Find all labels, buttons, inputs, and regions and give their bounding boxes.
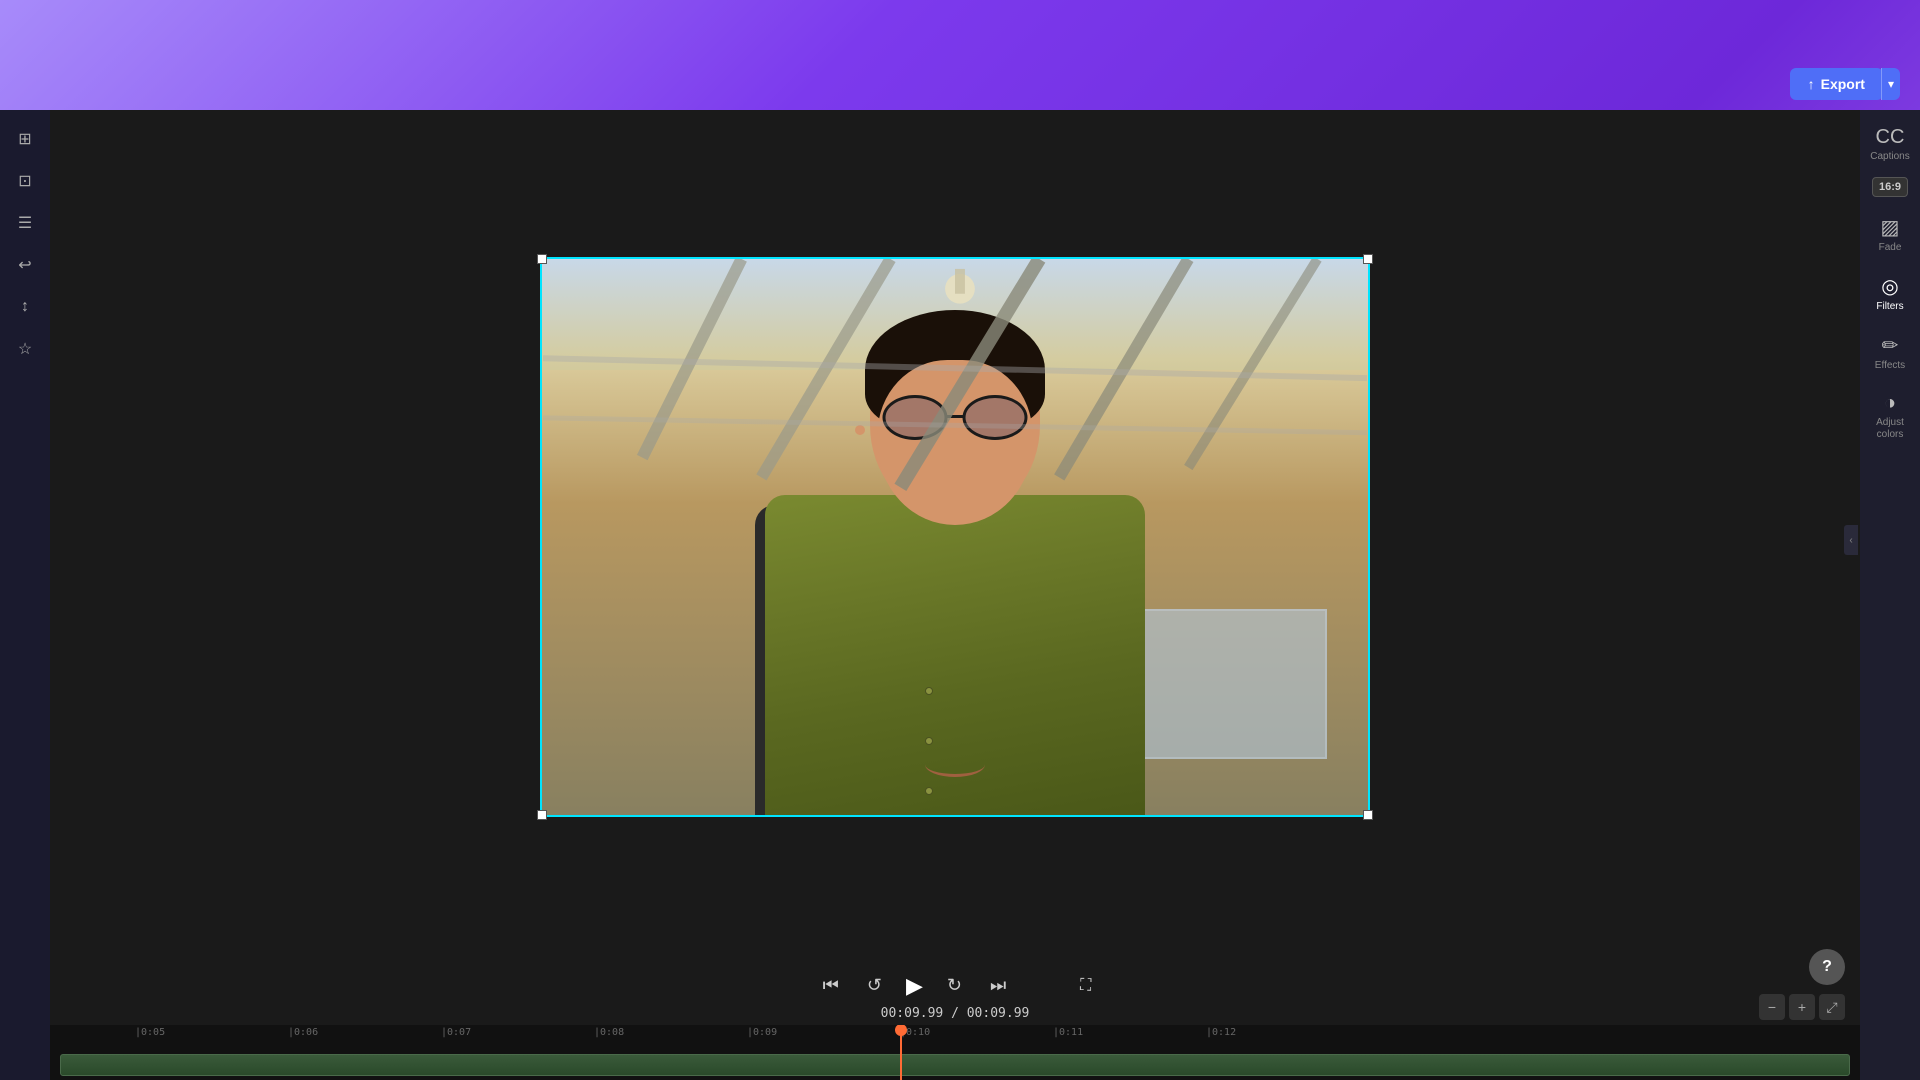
playback-bar: ⏮ ↺ ▶ ↻ ⏭ ⛶ 00:09.99 / 00:09.99 [50,963,1860,1025]
transform-button[interactable]: ↕ [6,288,44,326]
caption-tool-button[interactable]: ☰ [6,204,44,242]
caption-icon: ☰ [18,213,32,233]
bg-windows [1127,609,1327,759]
panel-collapse-button[interactable]: ‹ [1844,525,1858,555]
time-label-09: |0:09 [747,1027,777,1038]
help-icon: ? [1822,958,1832,976]
rewind-icon: ↺ [867,975,882,996]
time-label-05: |0:05 [135,1027,165,1038]
time-label-06: |0:06 [288,1027,318,1038]
filters-label: Filters [1876,301,1903,313]
adjust-colors-label: Adjust colors [1868,417,1912,441]
skip-end-icon: ⏭ [990,975,1006,996]
main-content: ⊞ ⊡ ☰ ↩ ↕ ☆ [0,110,1920,1080]
export-chevron-icon: ▾ [1888,77,1894,91]
fullscreen-button[interactable]: ⛶ [1080,977,1091,995]
sticker-icon: ☆ [18,339,32,359]
aspect-ratio-badge[interactable]: 16:9 [1872,177,1908,197]
captions-label: Captions [1870,151,1909,163]
export-button[interactable]: ↑ Export [1790,68,1883,100]
transform-icon: ↕ [21,298,29,316]
adjust-colors-icon: ◑ [1884,392,1896,415]
undo-icon: ↩ [18,255,31,275]
skip-to-end-button[interactable]: ⏭ [986,971,1010,1000]
zoom-in-icon: + [1798,999,1806,1015]
skip-to-start-button[interactable]: ⏮ [819,971,843,1000]
fade-tool-button[interactable]: ▨ Fade [1864,209,1916,260]
time-label-11: |0:11 [1053,1027,1083,1038]
rewind-button[interactable]: ↺ [863,971,886,1000]
captions-tool-button[interactable]: CC Captions [1864,120,1916,169]
play-icon: ▶ [906,973,923,999]
sticker-button[interactable]: ☆ [6,330,44,368]
handle-top-right[interactable] [1363,254,1373,264]
scenes-icon: ⊞ [18,129,31,149]
captions-icon: CC [1876,126,1905,149]
right-panel: CC Captions 16:9 ▨ Fade ◎ Filters ✏ Effe… [1860,110,1920,1080]
zoom-fit-button[interactable]: ⤢ [1819,994,1845,1020]
undo-button[interactable]: ↩ [6,246,44,284]
export-arrow-icon: ↑ [1808,76,1815,92]
time-label-08: |0:08 [594,1027,624,1038]
timeline-clip[interactable] [60,1054,1850,1076]
play-button[interactable]: ▶ [906,973,923,999]
zoom-out-button[interactable]: − [1759,994,1785,1020]
handle-top-left[interactable] [537,254,547,264]
fade-icon: ▨ [1881,215,1900,240]
fast-forward-icon: ↻ [947,975,962,996]
fade-label: Fade [1879,242,1902,254]
crop-icon: ⊡ [18,171,31,191]
person-silhouette [755,295,1155,815]
playback-controls: ⏮ ↺ ▶ ↻ ⏭ ⛶ [819,971,1092,1000]
video-image [542,259,1368,815]
zoom-controls: − + ⤢ [1759,994,1845,1020]
fullscreen-icon: ⛶ [1080,977,1091,994]
zoom-out-icon: − [1768,999,1776,1015]
timeline-area[interactable]: |0:05 |0:06 |0:07 |0:08 |0:09 |0:10 |0:1… [50,1025,1860,1080]
canvas-area: ⏮ ↺ ▶ ↻ ⏭ ⛶ 00:09.99 / 00:09.99 [50,110,1860,1080]
effects-icon: ✏ [1882,333,1899,358]
effects-label: Effects [1875,360,1905,372]
export-label: Export [1821,76,1865,92]
crop-tool-button[interactable]: ⊡ [6,162,44,200]
zoom-in-button[interactable]: + [1789,994,1815,1020]
video-frame[interactable] [540,257,1370,817]
handle-bottom-right[interactable] [1363,810,1373,820]
video-container [50,110,1860,963]
effects-tool-button[interactable]: ✏ Effects [1864,327,1916,378]
fast-forward-button[interactable]: ↻ [943,971,966,1000]
playhead[interactable] [900,1025,902,1080]
export-dropdown-button[interactable]: ▾ [1881,68,1900,100]
left-toolbar: ⊞ ⊡ ☰ ↩ ↕ ☆ [0,110,50,1080]
filters-icon: ◎ [1881,274,1898,299]
adjust-colors-tool-button[interactable]: ◑ Adjust colors [1864,386,1916,447]
help-button[interactable]: ? [1809,949,1845,985]
scenes-tool-button[interactable]: ⊞ [6,120,44,158]
handle-bottom-left[interactable] [537,810,547,820]
time-label-07: |0:07 [441,1027,471,1038]
timecode: 00:09.99 / 00:09.99 [881,1006,1030,1021]
zoom-fit-icon: ⤢ [1826,999,1837,1016]
collapse-icon: ‹ [1849,535,1852,546]
filters-tool-button[interactable]: ◎ Filters [1864,268,1916,319]
skip-start-icon: ⏮ [823,975,839,996]
time-label-12: |0:12 [1206,1027,1236,1038]
top-bar: ↑ Export ▾ [0,0,1920,110]
